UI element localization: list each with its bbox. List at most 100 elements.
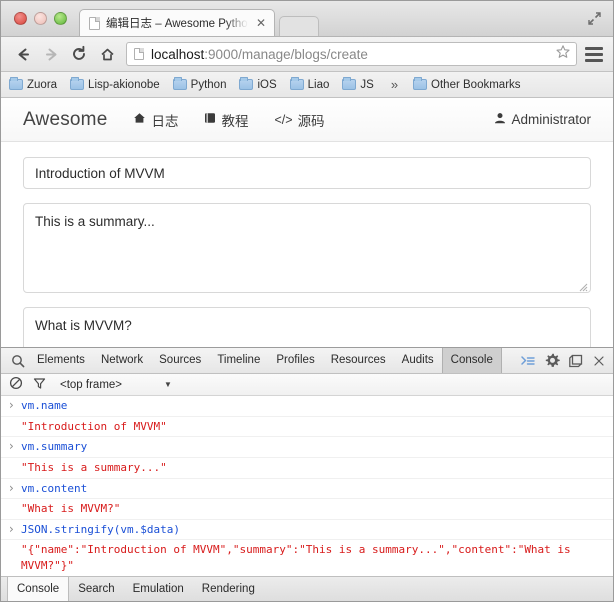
bookmark-star-icon[interactable] — [555, 44, 571, 65]
new-tab-button[interactable] — [279, 16, 319, 36]
book-icon — [204, 112, 216, 127]
close-tab-icon[interactable]: ✕ — [254, 17, 268, 29]
browser-window: 编辑日志 – Awesome Pytho ✕ — [0, 0, 614, 602]
gear-icon[interactable] — [545, 353, 560, 368]
reload-button[interactable] — [66, 41, 92, 67]
drawer-tab-rendering[interactable]: Rendering — [193, 577, 264, 601]
folder-icon — [290, 79, 304, 90]
bookmarks-overflow-icon[interactable]: » — [391, 77, 398, 92]
folder-icon — [9, 79, 23, 90]
console-result-row: "{"name":"Introduction of MVVM","summary… — [1, 540, 613, 576]
bookmark-item[interactable]: JS — [342, 79, 373, 91]
tab-strip: 编辑日志 – Awesome Pytho ✕ — [79, 9, 319, 36]
folder-icon — [342, 79, 356, 90]
nav-item-label: 源码 — [298, 110, 325, 130]
back-button[interactable] — [10, 41, 36, 67]
devtools-drawer-tabs: Console Search Emulation Rendering — [1, 576, 613, 601]
folder-icon — [173, 79, 187, 90]
other-bookmarks-item[interactable]: Other Bookmarks — [413, 79, 520, 91]
console-input-row: JSON.stringify(vm.$data) — [1, 520, 613, 541]
blog-content-textarea[interactable]: What is MVVM? — [23, 307, 591, 347]
user-icon — [494, 112, 506, 127]
url-favicon-icon — [134, 48, 144, 60]
devtools-tab-timeline[interactable]: Timeline — [209, 348, 268, 373]
devtools-tab-console[interactable]: Console — [442, 348, 502, 373]
user-menu[interactable]: Administrator — [494, 112, 591, 127]
devtools-tab-network[interactable]: Network — [93, 348, 151, 373]
bookmark-item[interactable]: iOS — [239, 79, 276, 91]
url-path: :9000/manage/blogs/create — [204, 47, 368, 62]
devtools-panel: Elements Network Sources Timeline Profil… — [1, 347, 613, 601]
site-navbar: Awesome 日志 教程 </> 源码 — [1, 98, 613, 142]
bookmark-item[interactable]: Liao — [290, 79, 330, 91]
nav-item-label: 日志 — [151, 110, 178, 130]
folder-icon — [70, 79, 84, 90]
bookmark-label: Lisp-akionobe — [88, 79, 160, 91]
nav-item-tutorials[interactable]: 教程 — [204, 110, 248, 130]
console-drawer-icon[interactable] — [520, 354, 536, 368]
devtools-tab-profiles[interactable]: Profiles — [268, 348, 322, 373]
bookmark-item[interactable]: Zuora — [9, 79, 57, 91]
bookmark-label: Zuora — [27, 79, 57, 91]
maximize-window-button[interactable] — [54, 12, 67, 25]
user-name: Administrator — [511, 112, 591, 127]
browser-menu-icon[interactable] — [585, 47, 603, 62]
close-window-button[interactable] — [14, 12, 27, 25]
console-result-row: "Introduction of MVVM" — [1, 417, 613, 438]
bookmark-item[interactable]: Lisp-akionobe — [70, 79, 160, 91]
home-icon — [133, 112, 146, 127]
folder-icon — [413, 79, 427, 90]
console-input-row: vm.name — [1, 396, 613, 417]
browser-tab[interactable]: 编辑日志 – Awesome Pytho ✕ — [79, 9, 275, 36]
bookmark-label: iOS — [257, 79, 276, 91]
code-icon: </> — [274, 113, 292, 127]
fullscreen-icon[interactable] — [585, 9, 604, 28]
console-input-row: vm.content — [1, 479, 613, 500]
chevron-down-icon: ▼ — [164, 380, 172, 389]
bookmark-item[interactable]: Python — [173, 79, 227, 91]
page-viewport: Awesome 日志 教程 </> 源码 — [1, 98, 613, 347]
url-text: localhost:9000/manage/blogs/create — [151, 47, 548, 62]
console-filter-bar: <top frame> ▼ — [1, 374, 613, 396]
console-result-row: "What is MVVM?" — [1, 499, 613, 520]
devtools-tab-resources[interactable]: Resources — [323, 348, 394, 373]
console-input-row: vm.summary — [1, 437, 613, 458]
nav-item-blogs[interactable]: 日志 — [133, 110, 178, 130]
close-devtools-icon[interactable] — [593, 355, 605, 367]
home-button[interactable] — [94, 41, 120, 67]
frame-selector[interactable]: <top frame> ▼ — [60, 379, 172, 391]
title-bar: 编辑日志 – Awesome Pytho ✕ — [1, 1, 613, 37]
devtools-tab-elements[interactable]: Elements — [29, 348, 93, 373]
frame-selector-value: <top frame> — [60, 379, 122, 391]
blog-summary-textarea[interactable]: This is a summary... — [23, 203, 591, 293]
blog-title-input[interactable] — [23, 157, 591, 189]
filter-funnel-icon[interactable] — [33, 377, 46, 393]
site-brand[interactable]: Awesome — [23, 109, 107, 131]
dock-window-icon[interactable] — [569, 354, 584, 368]
window-controls — [14, 12, 67, 25]
nav-item-label: 教程 — [221, 110, 248, 130]
devtools-toolbar: Elements Network Sources Timeline Profil… — [1, 348, 613, 374]
devtools-tab-audits[interactable]: Audits — [394, 348, 442, 373]
drawer-tab-console[interactable]: Console — [7, 577, 69, 601]
tab-title: 编辑日志 – Awesome Pytho — [106, 15, 248, 31]
clear-console-icon[interactable] — [9, 376, 23, 393]
url-host: localhost — [151, 47, 204, 62]
page-favicon-icon — [89, 17, 100, 30]
nav-item-source[interactable]: </> 源码 — [274, 110, 324, 130]
forward-button — [38, 41, 64, 67]
console-output[interactable]: vm.name "Introduction of MVVM" vm.summar… — [1, 396, 613, 576]
bookmark-label: JS — [360, 79, 373, 91]
console-result-row: "This is a summary..." — [1, 458, 613, 479]
drawer-tab-search[interactable]: Search — [69, 577, 123, 601]
bookmarks-bar: Zuora Lisp-akionobe Python iOS Liao JS »… — [1, 72, 613, 98]
devtools-tab-sources[interactable]: Sources — [151, 348, 209, 373]
inspect-search-icon[interactable] — [7, 354, 29, 368]
minimize-window-button[interactable] — [34, 12, 47, 25]
blog-editor-form: This is a summary... What is MVVM? — [1, 142, 613, 347]
drawer-tab-emulation[interactable]: Emulation — [124, 577, 193, 601]
bookmark-label: Python — [191, 79, 227, 91]
address-bar[interactable]: localhost:9000/manage/blogs/create — [126, 42, 577, 66]
other-bookmarks-label: Other Bookmarks — [431, 79, 520, 91]
browser-toolbar: localhost:9000/manage/blogs/create — [1, 37, 613, 72]
